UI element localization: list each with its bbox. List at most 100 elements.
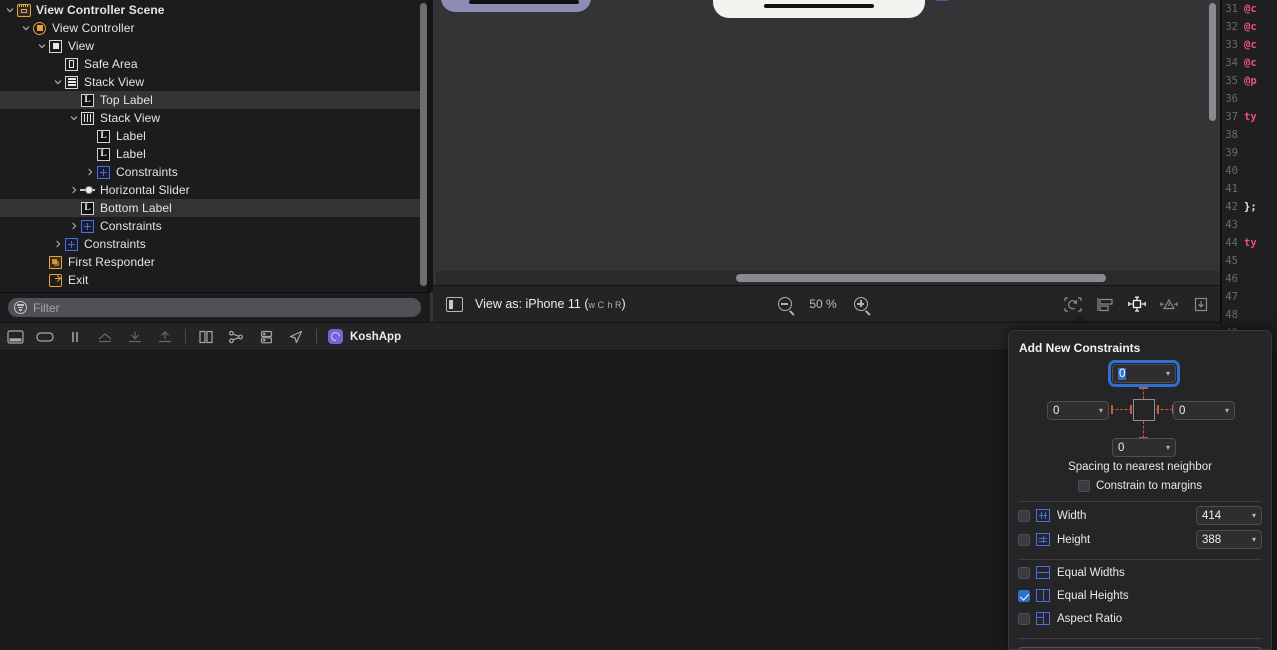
debug-view-hierarchy-icon[interactable] xyxy=(191,322,221,351)
left-spacing-field[interactable]: 0 ▾ xyxy=(1047,401,1109,420)
constrain-to-margins-checkbox[interactable] xyxy=(1077,480,1090,492)
width-row[interactable]: Width 414 ▾ xyxy=(1018,505,1262,526)
environment-overrides-icon[interactable] xyxy=(251,322,281,351)
outline-row-view[interactable]: View xyxy=(0,37,420,55)
outline-row-label[interactable]: L Label xyxy=(0,145,420,163)
chevron-down-icon[interactable]: ▾ xyxy=(1252,511,1256,520)
device-preview-iphone11[interactable] xyxy=(713,0,925,18)
step-over-icon[interactable] xyxy=(90,322,120,351)
height-value-field[interactable]: 388 ▾ xyxy=(1196,530,1262,549)
code-line[interactable]: 41 xyxy=(1220,180,1277,198)
equal-heights-checkbox[interactable] xyxy=(1018,589,1030,602)
constraint-target-square[interactable] xyxy=(1133,399,1155,421)
disclosure-triangle[interactable] xyxy=(19,19,32,37)
code-line[interactable]: 47 xyxy=(1220,288,1277,306)
code-line[interactable]: 32 @c xyxy=(1220,18,1277,36)
embed-in-icon[interactable] xyxy=(1191,296,1211,313)
scheme-indicator[interactable]: KoshApp xyxy=(328,329,401,344)
outline-row-view-controller-scene[interactable]: View Controller Scene xyxy=(0,1,420,19)
chevron-down-icon[interactable]: ▾ xyxy=(1252,535,1256,544)
code-line[interactable]: 48 xyxy=(1220,306,1277,324)
canvas-viewport[interactable] xyxy=(433,0,1220,285)
disclosure-triangle[interactable] xyxy=(67,109,80,127)
code-line[interactable]: 36 xyxy=(1220,90,1277,108)
outline-row-first-responder[interactable]: First Responder xyxy=(0,253,420,271)
code-line[interactable]: 31 @c xyxy=(1220,0,1277,18)
outline-row-view-controller[interactable]: View Controller xyxy=(0,19,420,37)
code-line[interactable]: 37 ty xyxy=(1220,108,1277,126)
bottom-spacing-field[interactable]: 0 ▾ xyxy=(1112,438,1176,457)
chevron-down-icon[interactable]: ▾ xyxy=(1166,369,1170,378)
outline-row-exit[interactable]: Exit xyxy=(0,271,420,289)
filter-input[interactable]: Filter xyxy=(8,298,421,317)
chevron-down-icon[interactable]: ▾ xyxy=(1166,443,1170,452)
chevron-down-icon[interactable]: ▾ xyxy=(1225,406,1229,415)
code-line[interactable]: 42}; xyxy=(1220,198,1277,216)
show-console-icon[interactable] xyxy=(30,322,60,351)
debug-memory-graph-icon[interactable] xyxy=(221,322,251,351)
code-line[interactable]: 40 xyxy=(1220,162,1277,180)
code-line[interactable]: 43 xyxy=(1220,216,1277,234)
hide-debug-area-icon[interactable] xyxy=(0,322,30,351)
constrain-to-margins-row[interactable]: Constrain to margins xyxy=(1018,480,1262,492)
width-value-field[interactable]: 414 ▾ xyxy=(1196,506,1262,525)
resolve-auto-layout-issues-icon[interactable] xyxy=(1159,296,1179,313)
canvas-horizontal-scroll-track[interactable] xyxy=(436,271,1220,285)
zoom-out-icon[interactable] xyxy=(778,297,792,311)
disclosure-triangle[interactable] xyxy=(83,163,96,181)
outline-row-constraints[interactable]: Constraints xyxy=(0,235,420,253)
disclosure-triangle[interactable] xyxy=(3,1,16,19)
code-line[interactable]: 46 xyxy=(1220,270,1277,288)
outline-row-bottom-label[interactable]: L Bottom Label xyxy=(0,199,420,217)
align-icon[interactable] xyxy=(1095,296,1115,313)
top-spacing-field[interactable]: 0 ▾ xyxy=(1112,364,1176,383)
height-checkbox[interactable] xyxy=(1018,533,1030,546)
pause-icon[interactable] xyxy=(60,322,90,351)
right-spacing-field[interactable]: 0 ▾ xyxy=(1173,401,1235,420)
outline-row-top-label[interactable]: L Top Label xyxy=(0,91,420,109)
source-editor[interactable]: 31 @c 32 @c 33 @c 34 @c 35 @p 36 37 ty 38 39 40 41 42}; 43… xyxy=(1220,0,1277,339)
outline-row-label[interactable]: L Label xyxy=(0,127,420,145)
code-lines[interactable]: 31 @c 32 @c 33 @c 34 @c 35 @p 36 37 ty 38 39 40 41 42}; 43… xyxy=(1220,0,1277,342)
height-row[interactable]: Height 388 ▾ xyxy=(1018,529,1262,550)
outline-row-constraints[interactable]: Constraints xyxy=(0,163,420,181)
outline-row-safe-area[interactable]: Safe Area xyxy=(0,55,420,73)
outline-tree[interactable]: View Controller Scene View Controller View… xyxy=(0,0,420,289)
device-preview-secondary[interactable] xyxy=(441,0,591,12)
disclosure-triangle[interactable] xyxy=(51,235,64,253)
equal-widths-row[interactable]: Equal Widths xyxy=(1018,562,1262,583)
equal-widths-checkbox[interactable] xyxy=(1018,566,1030,579)
outline-row-stack-view[interactable]: Stack View xyxy=(0,109,420,127)
disclosure-triangle[interactable] xyxy=(67,181,80,199)
view-as-toggle-button[interactable] xyxy=(446,296,463,312)
code-line[interactable]: 35 @p xyxy=(1220,72,1277,90)
code-line[interactable]: 33 @c xyxy=(1220,36,1277,54)
aspect-ratio-row[interactable]: Aspect Ratio xyxy=(1018,608,1262,629)
disclosure-triangle[interactable] xyxy=(35,37,48,55)
chevron-down-icon[interactable]: ▾ xyxy=(1099,406,1103,415)
code-line[interactable]: 39 xyxy=(1220,144,1277,162)
code-line[interactable]: 44 ty xyxy=(1220,234,1277,252)
equal-heights-row[interactable]: Equal Heights xyxy=(1018,585,1262,606)
simulate-location-icon[interactable] xyxy=(281,322,311,351)
code-line[interactable]: 38 xyxy=(1220,126,1277,144)
canvas-vertical-scrollbar[interactable] xyxy=(1209,3,1216,121)
pin-icon[interactable] xyxy=(1127,296,1147,313)
update-frames-icon[interactable] xyxy=(1063,296,1083,313)
view-as-label[interactable]: View as: iPhone 11 (w C h R) xyxy=(475,297,626,311)
step-into-icon[interactable] xyxy=(120,322,150,351)
code-line[interactable]: 34 @c xyxy=(1220,54,1277,72)
width-checkbox[interactable] xyxy=(1018,509,1030,522)
outline-row-horizontal-slider[interactable]: Horizontal Slider xyxy=(0,181,420,199)
outline-row-constraints[interactable]: Constraints xyxy=(0,217,420,235)
zoom-in-icon[interactable] xyxy=(854,297,868,311)
aspect-ratio-checkbox[interactable] xyxy=(1018,612,1030,625)
canvas-horizontal-scrollbar[interactable] xyxy=(736,274,1106,282)
code-line[interactable]: 45 xyxy=(1220,252,1277,270)
step-out-icon[interactable] xyxy=(150,322,180,351)
interface-builder-canvas[interactable]: View as: iPhone 11 (w C h R) 50 % xyxy=(430,0,1220,323)
navigator-vertical-scrollbar[interactable] xyxy=(420,3,427,286)
disclosure-triangle[interactable] xyxy=(67,217,80,235)
disclosure-triangle[interactable] xyxy=(51,73,64,91)
outline-row-stack-view[interactable]: Stack View xyxy=(0,73,420,91)
